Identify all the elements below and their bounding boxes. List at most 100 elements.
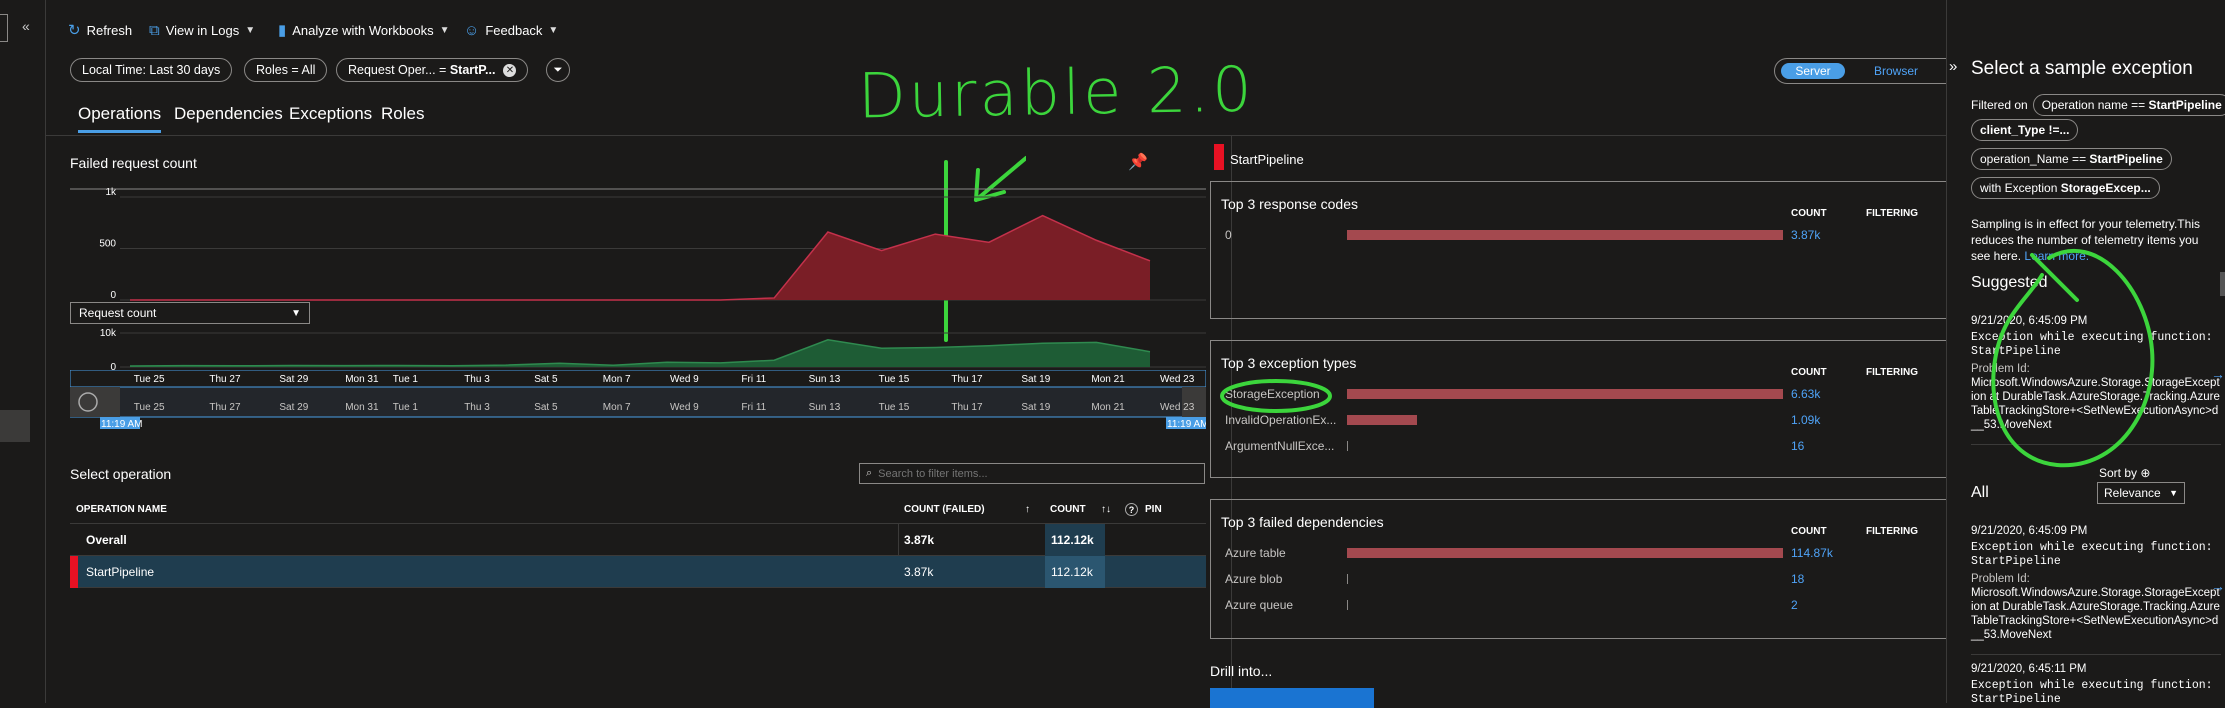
detail-operation-name: StartPipeline — [1230, 152, 1304, 167]
failed-chart-title: Failed request count — [70, 155, 197, 171]
metric-dropdown[interactable]: Request count ▼ — [70, 302, 310, 324]
operation-name: StartPipeline — [86, 564, 155, 579]
drill-into-title: Drill into... — [1210, 663, 1273, 679]
card-title: Top 3 failed dependencies — [1221, 514, 1384, 530]
analyze-workbooks-button[interactable]: ▮ Analyze with Workbooks ▼ — [278, 18, 450, 42]
x-tick-label: Sat 5 — [534, 374, 558, 385]
browser-option[interactable]: Browser — [1861, 63, 1931, 79]
annotation-circle — [1220, 379, 1332, 413]
tab-operations[interactable]: Operations — [78, 104, 162, 133]
request-filter-pill[interactable]: Request Oper... = StartP... ✕ — [336, 58, 529, 82]
x-tick-label: Mon 7 — [603, 374, 631, 385]
brush-tick-label: Tue 1 — [393, 402, 419, 413]
item-bar — [1347, 415, 1417, 425]
y-tick-label: 1k — [105, 187, 117, 198]
brush-end-label: 11:19 AM — [1167, 419, 1206, 430]
item-count[interactable]: 18 — [1791, 572, 1804, 586]
card-row[interactable]: Azure blob 18 — [1217, 566, 1957, 590]
operation-search-box[interactable]: ⌕ — [859, 463, 1205, 484]
brush-start-label: 11:19 AM — [101, 419, 143, 430]
x-tick-label: Sun 13 — [809, 374, 841, 385]
brush-tick-label: Mon 21 — [1091, 402, 1125, 413]
item-bar — [1347, 548, 1783, 558]
item-bar — [1347, 441, 1348, 451]
request-filter-value: StartP... — [449, 63, 496, 77]
help-icon[interactable]: ? — [1125, 503, 1138, 516]
item-count[interactable]: 3.87k — [1791, 228, 1820, 242]
x-tick-label: Thu 17 — [951, 374, 983, 385]
brush-tick-label: Sat 19 — [1021, 402, 1050, 413]
failed-request-chart: 1k 500 0 — [70, 187, 1206, 301]
chevron-down-icon: ▼ — [245, 24, 256, 36]
card-row[interactable]: 0 3.87k — [1217, 222, 1957, 246]
feedback-button[interactable]: ☺ Feedback ▼ — [464, 18, 558, 42]
collapsed-search-box[interactable] — [0, 14, 8, 42]
metric-dropdown-value: Request count — [79, 306, 157, 320]
server-browser-toggle[interactable]: Server Browser — [1774, 58, 1966, 84]
time-filter-pill[interactable]: Local Time: Last 30 days — [70, 58, 233, 82]
x-tick-label: Tue 25 — [134, 374, 165, 385]
logs-icon: ⧉ — [149, 21, 160, 39]
analyze-label: Analyze with Workbooks — [292, 22, 434, 38]
brush-tick-label: Tue 15 — [879, 402, 910, 413]
drill-into-button[interactable] — [1210, 688, 1374, 708]
brush-tick-label: Tue 25 — [134, 402, 165, 413]
item-count[interactable]: 2 — [1791, 598, 1798, 612]
brush-tick-label: Thu 3 — [464, 402, 490, 413]
add-filter-button[interactable]: ⏷ — [546, 58, 570, 82]
view-in-logs-button[interactable]: ⧉ View in Logs ▼ — [149, 18, 255, 42]
tab-exceptions[interactable]: Exceptions — [289, 104, 372, 124]
card-row[interactable]: ArgumentNullExce... 16 — [1217, 433, 1957, 457]
table-row-selected[interactable]: StartPipeline 3.87k 112.12k — [70, 556, 1206, 588]
item-count[interactable]: 1.09k — [1791, 413, 1820, 427]
item-name: Azure table — [1225, 546, 1286, 560]
table-row[interactable]: Overall 3.87k 112.12k — [70, 524, 1206, 556]
brush-tick-label: Wed 9 — [670, 402, 699, 413]
item-count[interactable]: 114.87k — [1791, 546, 1833, 560]
x-tick-label: Tue 15 — [879, 374, 910, 385]
time-filter-label: Local Time: Last 30 days — [82, 63, 221, 77]
tab-dependencies[interactable]: Dependencies — [174, 104, 283, 124]
collapse-menu-icon[interactable]: « — [22, 18, 30, 34]
refresh-button[interactable]: ↻ Refresh — [68, 18, 132, 42]
smiley-icon: ☺ — [464, 21, 480, 39]
card-row[interactable]: Azure table 114.87k — [1217, 540, 1957, 564]
server-option[interactable]: Server — [1781, 63, 1845, 79]
selected-menu-item[interactable] — [0, 410, 30, 442]
x-tick-label: Wed 9 — [670, 374, 699, 385]
col-count[interactable]: COUNT — [1050, 504, 1086, 515]
x-tick-label: Tue 1 — [393, 374, 419, 385]
workbook-icon: ▮ — [278, 22, 287, 39]
item-count[interactable]: 16 — [1791, 439, 1804, 453]
remove-filter-icon[interactable]: ✕ — [503, 63, 517, 77]
tab-roles[interactable]: Roles — [381, 104, 424, 124]
x-tick-label: Wed 23 — [1160, 374, 1195, 385]
y-tick-label: 500 — [99, 239, 116, 250]
y-tick-label: 0 — [110, 290, 116, 301]
sort-both-icon[interactable]: ↑↓ — [1101, 504, 1111, 515]
card-row[interactable]: Azure queue 2 — [1217, 592, 1957, 616]
x-tick-label: Thu 27 — [209, 374, 241, 385]
chevron-down-icon: ▼ — [439, 24, 450, 36]
view-in-logs-label: View in Logs — [165, 22, 240, 38]
sort-icon[interactable]: ↑ — [1025, 504, 1030, 515]
sample-exception-panel: » Select a sample exception Filtered on … — [1946, 0, 2225, 703]
col-count-failed[interactable]: COUNT (FAILED) — [904, 504, 985, 515]
feedback-label: Feedback — [485, 22, 543, 38]
chevron-down-icon: ▼ — [291, 307, 301, 319]
roles-filter-pill[interactable]: Roles = All — [244, 58, 328, 82]
x-tick-label: Fri 11 — [741, 374, 766, 385]
response-codes-card: Top 3 response codes COUNT FILTERING 0 3.87k — [1210, 181, 1967, 319]
pin-chart-icon[interactable]: 📌 — [1128, 152, 1148, 172]
item-bar — [1347, 230, 1783, 240]
item-count[interactable]: 6.63k — [1791, 387, 1820, 401]
col-operation-name[interactable]: OPERATION NAME — [76, 504, 167, 515]
operation-search-input[interactable] — [878, 467, 1179, 480]
count-header: COUNT — [1791, 367, 1827, 378]
item-bar — [1347, 574, 1348, 584]
time-brush[interactable]: Tue 25 Thu 27 Sat 29 Mon 31 Tue 1 Thu 3 Sat 5 M… — [70, 370, 1206, 450]
brush-tick-label: Thu 17 — [951, 402, 983, 413]
brush-tick-label: Fri 11 — [741, 402, 766, 413]
x-tick-label: Thu 3 — [464, 374, 490, 385]
item-name: 0 — [1225, 228, 1232, 242]
